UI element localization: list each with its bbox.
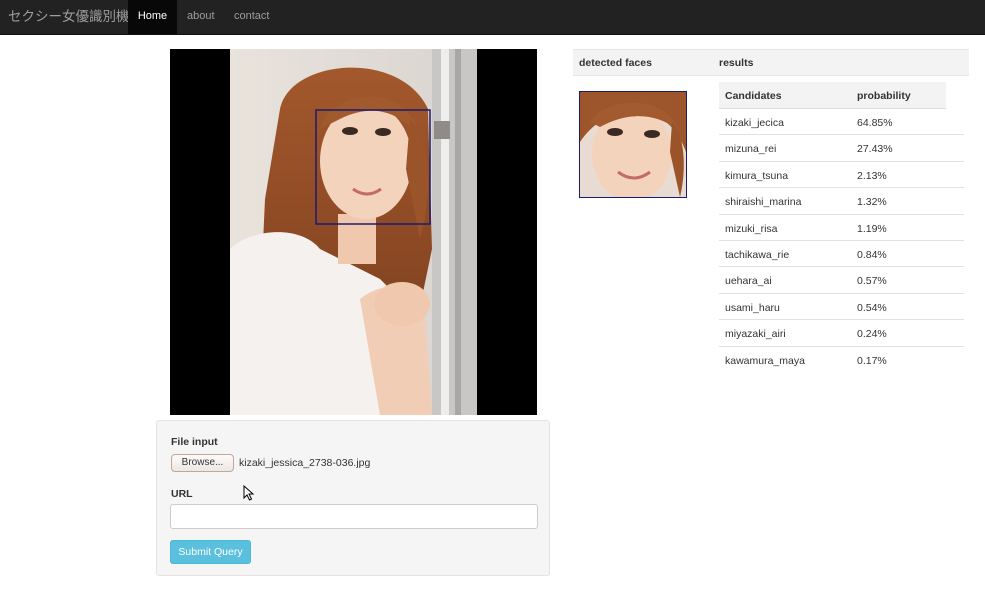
table-row: mizuki_risa 1.19% [719, 215, 964, 241]
candidate-name: tachikawa_rie [725, 248, 790, 261]
candidate-probability: 2.13% [857, 169, 887, 182]
candidate-probability: 1.19% [857, 222, 887, 235]
candidate-probability: 64.85% [857, 117, 893, 129]
candidate-name: shiraishi_marina [725, 196, 802, 209]
submit-query-button[interactable]: Submit Query [170, 540, 251, 564]
table-row: tachikawa_rie 0.84% [719, 241, 964, 268]
candidate-name: kimura_tsuna [725, 169, 789, 182]
probability-column-header: probability [857, 90, 911, 102]
candidate-probability: 0.57% [857, 275, 887, 288]
table-row: kawamura_maya 0.17% [719, 347, 964, 373]
nav-home[interactable]: Home [128, 0, 177, 34]
candidate-name: mizuna_rei [725, 143, 777, 156]
candidate-probability: 0.54% [857, 301, 887, 314]
candidate-name: mizuki_risa [725, 222, 778, 235]
nav-about[interactable]: about [187, 0, 215, 34]
browse-button[interactable]: Browse... [171, 454, 234, 472]
table-row: kimura_tsuna 2.13% [719, 162, 964, 189]
candidate-probability: 0.24% [857, 328, 887, 341]
results-header: results [719, 57, 754, 69]
url-label: URL [171, 488, 193, 500]
candidate-probability: 0.84% [857, 248, 887, 261]
selected-file-name: kizaki_jessica_2738-036.jpg [239, 457, 371, 469]
table-row: shiraishi_marina 1.32% [719, 188, 964, 215]
mouse-cursor-icon [243, 484, 255, 504]
table-row: mizuna_rei 27.43% [719, 135, 964, 162]
uploaded-photo [170, 49, 537, 415]
candidate-name: usami_haru [725, 301, 780, 314]
table-row: kizaki_jecica 64.85% [719, 109, 964, 136]
nav-contact[interactable]: contact [234, 0, 269, 34]
brand-title[interactable]: セクシー女優識別機 [8, 0, 130, 34]
detected-face-thumbnail [579, 91, 687, 198]
navbar: セクシー女優識別機 Home about contact [0, 0, 985, 35]
candidates-table: Candidates probability kizaki_jecica 64.8… [719, 82, 964, 373]
table-row: usami_haru 0.54% [719, 294, 964, 321]
candidate-name: miyazaki_airi [725, 328, 786, 341]
candidate-probability: 0.17% [857, 354, 887, 367]
candidate-probability: 1.32% [857, 196, 887, 209]
candidate-probability: 27.43% [857, 143, 893, 156]
file-input-label: File input [171, 436, 218, 448]
upload-form: File input Browse... kizaki_jessica_2738… [156, 420, 550, 576]
candidates-table-header: Candidates probability [719, 82, 946, 109]
table-row: miyazaki_airi 0.24% [719, 320, 964, 347]
candidate-name: kizaki_jecica [725, 117, 784, 129]
table-row: uehara_ai 0.57% [719, 267, 964, 294]
detected-faces-header: detected faces [579, 57, 652, 69]
candidate-name: kawamura_maya [725, 354, 805, 367]
candidate-name: uehara_ai [725, 275, 772, 288]
results-header-row: detected faces results [573, 49, 969, 76]
candidates-column-header: Candidates [725, 90, 782, 102]
url-input[interactable] [170, 504, 538, 529]
